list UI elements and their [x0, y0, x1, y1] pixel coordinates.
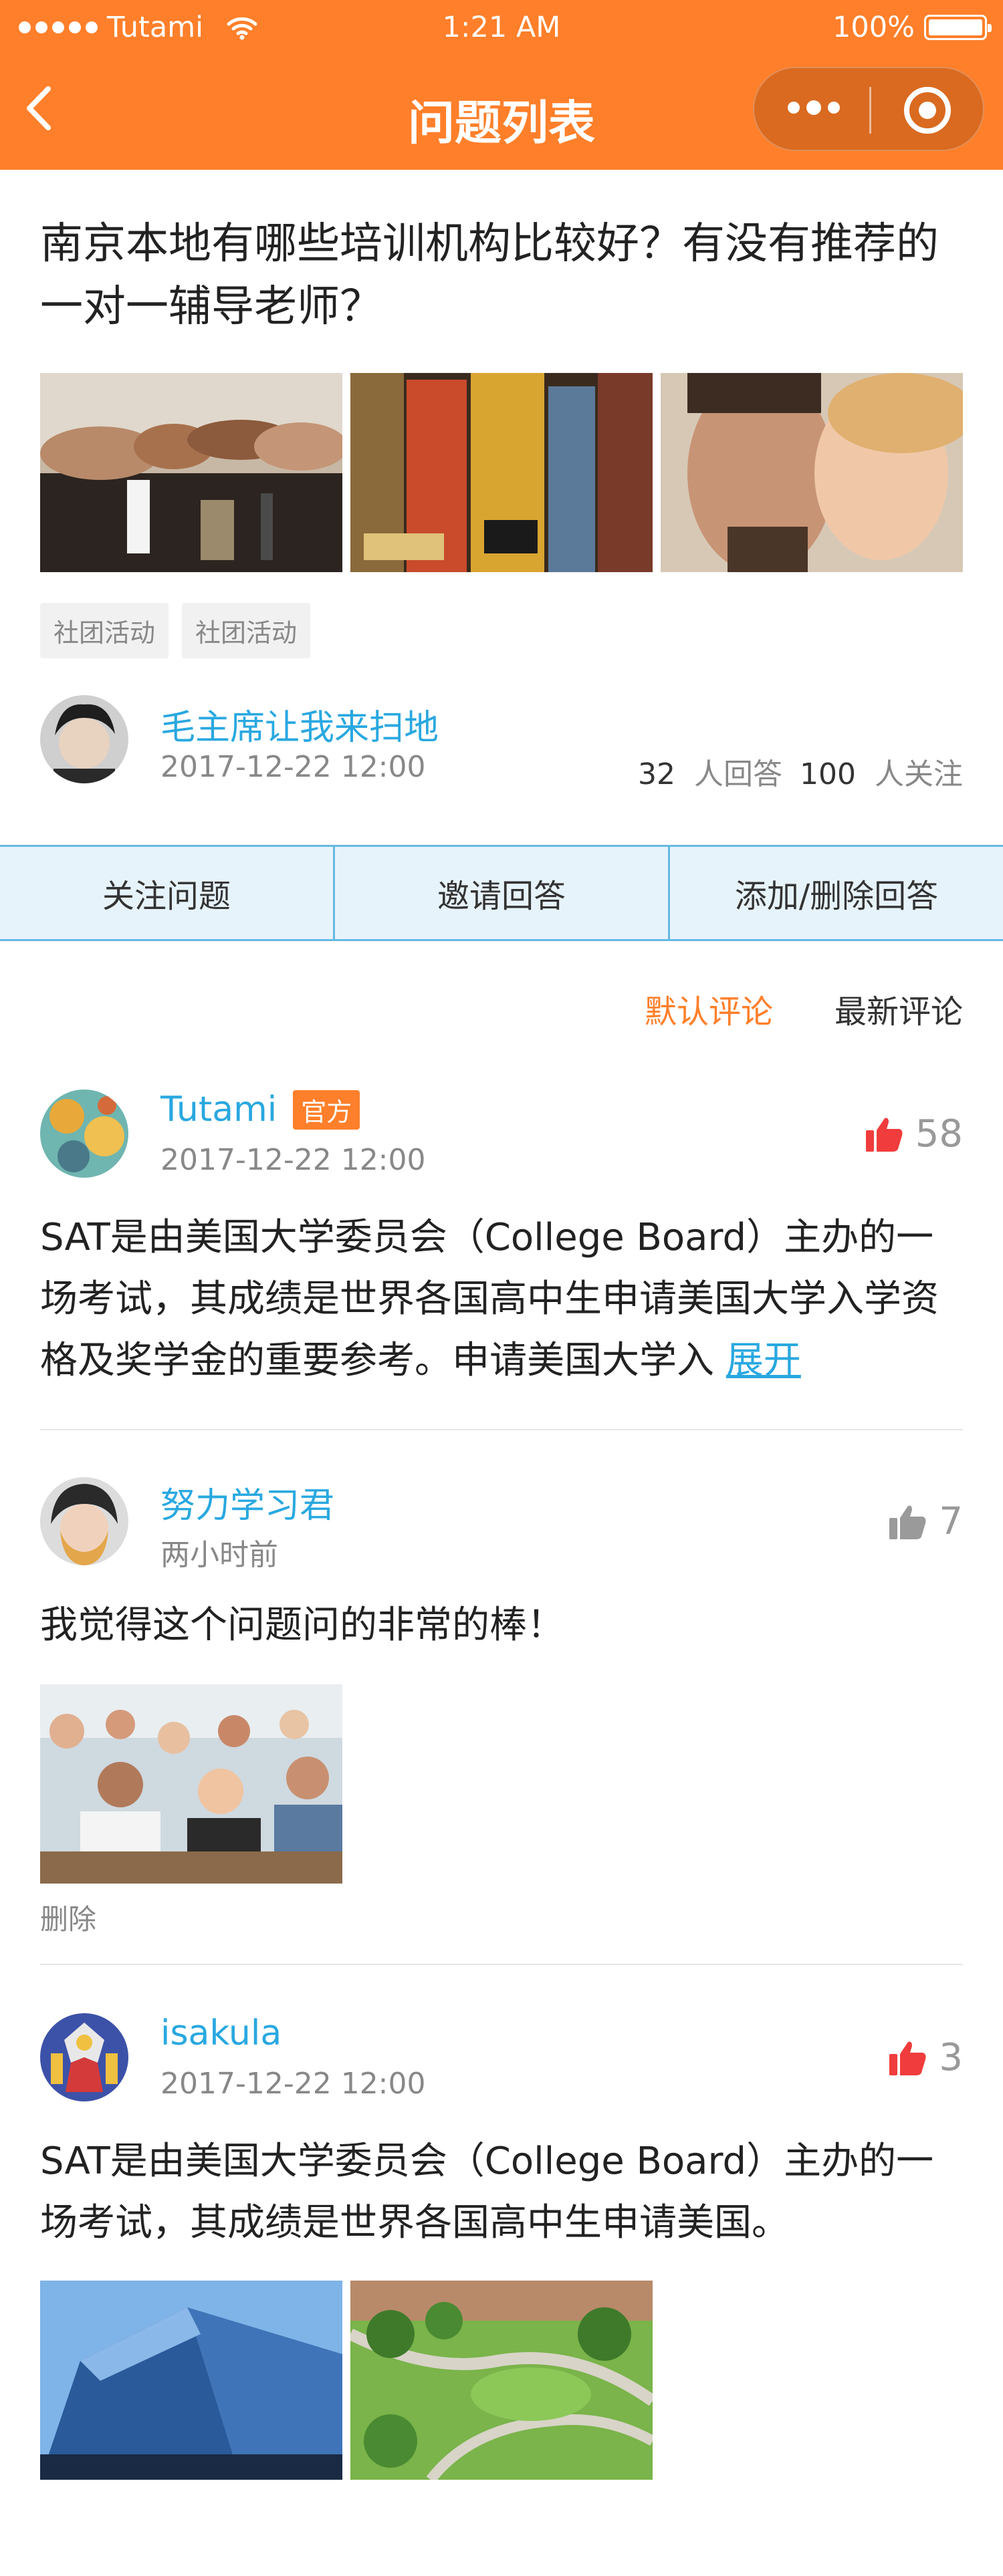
author-name[interactable]: 毛主席让我来扫地	[160, 699, 439, 749]
like-button[interactable]: 3	[888, 2036, 963, 2079]
question-date: 2017-12-22 12:00	[160, 750, 426, 784]
question-images	[40, 373, 963, 572]
comment-image-students[interactable]	[40, 1684, 342, 1884]
thumbs-up-icon	[865, 1118, 903, 1152]
top-bar: Tutami 1:21 AM 100% 问题列表	[0, 0, 1003, 170]
commenter-name[interactable]: Tutami	[160, 1089, 277, 1130]
comment-date: 2017-12-22 12:00	[160, 2067, 426, 2101]
battery-icon	[924, 15, 992, 40]
question-title: 南京本地有哪些培训机构比较好？有没有推荐的一对一辅导老师？	[40, 219, 939, 332]
comment-images	[40, 2281, 653, 2480]
question-actions: 关注问题 邀请回答 添加/删除回答	[0, 845, 1003, 941]
divider	[40, 1964, 963, 1965]
delete-button[interactable]: 删除	[40, 1897, 96, 1938]
comment-item: 努力学习君 两小时前 7 我觉得这个问题问的非常的棒！	[40, 1477, 963, 1945]
follow-question-button[interactable]: 关注问题	[0, 847, 335, 939]
tab-default-comments[interactable]: 默认评论	[645, 985, 773, 1032]
comment-item: isakula 2017-12-22 12:00 3 SAT是由美国大学委员会（…	[40, 2013, 963, 2521]
question-stats: 32 人回答 100 人关注	[638, 750, 963, 793]
question-image-books[interactable]	[350, 373, 653, 572]
status-bar: Tutami 1:21 AM 100%	[0, 0, 1003, 56]
tag[interactable]: 社团活动	[40, 603, 169, 658]
invite-answer-button[interactable]: 邀请回答	[335, 847, 670, 939]
add-delete-answer-button[interactable]: 添加/删除回答	[670, 847, 1003, 939]
comment-sort-tabs: 默认评论 最新评论	[645, 985, 963, 1032]
like-count: 3	[939, 2036, 963, 2079]
question-image-family[interactable]	[661, 373, 963, 572]
like-count: 58	[915, 1112, 963, 1156]
battery-percent: 100%	[832, 11, 915, 44]
like-count: 7	[939, 1500, 963, 1543]
commenter-name[interactable]: isakula	[160, 2013, 282, 2053]
comment-date: 2017-12-22 12:00	[160, 1143, 426, 1177]
thumbs-up-icon	[889, 1505, 926, 1539]
followers-count: 100	[800, 757, 857, 791]
tab-latest-comments[interactable]: 最新评论	[834, 985, 963, 1032]
commenter-avatar[interactable]	[40, 1089, 128, 1178]
expand-link[interactable]: 展开	[726, 1339, 801, 1382]
answers-label: 人回答	[694, 757, 783, 791]
comment-text: SAT是由美国大学委员会（College Board）主办的一场考试，其成绩是世…	[40, 2140, 934, 2244]
commenter-name[interactable]: 努力学习君	[160, 1477, 334, 1527]
author-avatar[interactable]	[40, 695, 128, 783]
divider	[40, 1429, 963, 1430]
like-button[interactable]: 7	[888, 1500, 963, 1543]
followers-label: 人关注	[875, 757, 963, 791]
more-menu-button[interactable]	[788, 100, 840, 115]
tag[interactable]: 社团活动	[182, 603, 311, 658]
comment-image-building[interactable]	[40, 2281, 342, 2480]
answers-count: 32	[638, 757, 676, 791]
comment-image-park[interactable]	[350, 2281, 653, 2480]
comment-item: Tutami 官方 2017-12-22 12:00 58 SAT是由美国大学委…	[40, 1089, 963, 1424]
comment-date: 两小时前	[160, 1538, 278, 1572]
comment-text: 我觉得这个问题问的非常的棒！	[40, 1603, 564, 1647]
like-button[interactable]: 58	[865, 1112, 963, 1156]
question-tags: 社团活动 社团活动	[40, 603, 311, 658]
thumbs-up-icon	[889, 2041, 926, 2075]
nav-bar: 问题列表	[0, 56, 1003, 170]
commenter-avatar[interactable]	[40, 1477, 128, 1565]
question-image-teamwork[interactable]	[40, 373, 342, 572]
official-badge: 官方	[293, 1089, 360, 1130]
miniprogram-capsule	[753, 67, 984, 151]
commenter-avatar[interactable]	[40, 2013, 128, 2101]
comment-text: SAT是由美国大学委员会（College Board）主办的一场考试，其成绩是世…	[40, 1216, 939, 1382]
close-miniprogram-button[interactable]	[904, 87, 951, 134]
